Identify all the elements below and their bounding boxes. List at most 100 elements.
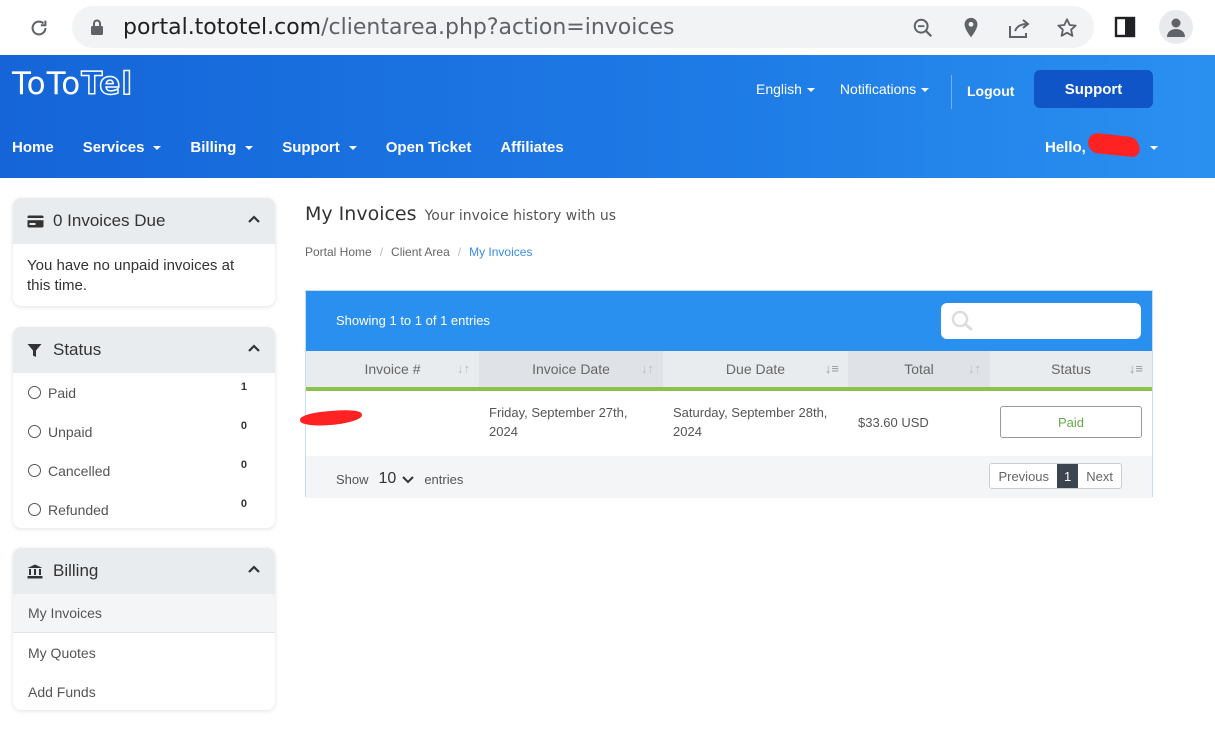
nav-billing[interactable]: Billing (190, 139, 254, 156)
sort-icon: ↓↑ (457, 361, 470, 376)
page-length-select[interactable]: 10 (379, 470, 397, 488)
entries-info: Showing 1 to 1 of 1 entries (336, 313, 490, 328)
location-pin-icon[interactable] (958, 15, 984, 41)
search-icon (950, 309, 976, 338)
chevron-up-icon[interactable] (247, 340, 261, 360)
chevron-up-icon[interactable] (247, 561, 261, 581)
breadcrumb-current: My Invoices (469, 245, 533, 259)
url-path: /clientarea.php?action=invoices (321, 15, 675, 40)
sort-icon: ↓↑ (968, 361, 981, 376)
bank-icon (27, 564, 45, 579)
status-count: 1 (240, 381, 247, 393)
status-filter-refunded[interactable]: Refunded 0 (13, 490, 275, 528)
breadcrumb-portal-home[interactable]: Portal Home (305, 245, 372, 259)
radio-icon[interactable] (28, 503, 41, 516)
caret-down-icon (245, 145, 254, 150)
profile-avatar-icon[interactable] (1159, 10, 1193, 44)
breadcrumb: Portal Home / Client Area / My Invoices (305, 245, 532, 259)
next-page-button[interactable]: Next (1078, 464, 1121, 488)
invoices-due-title: 0 Invoices Due (53, 211, 166, 230)
radio-icon[interactable] (28, 464, 41, 477)
column-total[interactable]: Total ↓↑ (848, 351, 990, 391)
nav-services-label: Services (82, 139, 145, 156)
page-1-button[interactable]: 1 (1057, 464, 1079, 488)
billing-header[interactable]: Billing (13, 548, 275, 594)
column-due-date[interactable]: Due Date ↓≡ (663, 351, 848, 391)
nav-open-ticket-label: Open Ticket (385, 139, 472, 156)
nav-home[interactable]: Home (12, 139, 54, 156)
language-label: English (756, 81, 802, 97)
status-count: 0 (240, 459, 247, 471)
status-label: Unpaid (48, 423, 93, 440)
status-label: Cancelled (48, 462, 111, 479)
column-invoice-number[interactable]: Invoice # ↓↑ (306, 351, 479, 391)
billing-add-funds[interactable]: Add Funds (13, 672, 275, 710)
table-footer: Show 10 entries Previous 1 Next (306, 456, 1152, 498)
support-button[interactable]: Support (1034, 70, 1153, 108)
side-panel-icon[interactable] (1114, 16, 1136, 43)
invoices-due-message: You have no unpaid invoices at this time… (27, 257, 235, 294)
address-bar[interactable]: portal.tototel.com/clientarea.php?action… (72, 6, 1094, 48)
zoom-out-icon[interactable] (910, 15, 936, 41)
page-length-control: Show 10 entries (336, 470, 463, 488)
radio-icon[interactable] (28, 425, 41, 438)
notifications-label: Notifications (839, 81, 917, 97)
status-badge[interactable]: Paid (1000, 406, 1142, 438)
chevron-up-icon[interactable] (247, 211, 261, 231)
status-filter-paid[interactable]: Paid 1 (13, 373, 275, 412)
notifications-menu[interactable]: Notifications (839, 81, 930, 97)
nav-support[interactable]: Support (282, 139, 357, 156)
bookmark-star-icon[interactable] (1054, 15, 1080, 41)
invoices-due-header[interactable]: 0 Invoices Due (13, 198, 275, 244)
billing-my-invoices[interactable]: My Invoices (13, 594, 275, 633)
column-label: Invoice Date (532, 361, 610, 377)
logo-text: ToTo (12, 66, 82, 102)
filter-icon (27, 343, 45, 358)
breadcrumb-separator: / (379, 245, 384, 259)
nav-services[interactable]: Services (83, 139, 162, 156)
table-row[interactable]: Friday, September 27th, 2024 Saturday, S… (299, 391, 1152, 456)
url-text: portal.tototel.com/clientarea.php?action… (123, 15, 674, 40)
language-menu[interactable]: English (756, 81, 815, 97)
share-icon[interactable] (1006, 15, 1032, 41)
nav-open-ticket[interactable]: Open Ticket (386, 139, 472, 156)
billing-my-quotes[interactable]: My Quotes (13, 633, 275, 672)
sort-ascending-icon: ↓≡ (824, 361, 839, 376)
radio-icon[interactable] (28, 386, 41, 399)
column-label: Total (904, 361, 934, 377)
page-title-text: My Invoices (305, 203, 417, 225)
sort-descending-icon: ↓≡ (1128, 361, 1143, 376)
user-menu[interactable]: Hello, (1045, 139, 1086, 156)
nav-affiliates[interactable]: Affiliates (500, 139, 563, 156)
chevron-down-icon[interactable] (402, 472, 415, 487)
site-logo[interactable]: ToToTel (12, 65, 133, 103)
column-invoice-date[interactable]: Invoice Date ↓↑ (479, 351, 663, 391)
nav-home-label: Home (12, 139, 54, 156)
logo-accent-text: Tel (81, 65, 133, 103)
column-status[interactable]: Status ↓≡ (990, 351, 1152, 391)
column-label: Due Date (725, 361, 786, 377)
reload-icon[interactable] (26, 15, 52, 41)
billing-panel: Billing My Invoices My Quotes Add Funds (13, 548, 275, 710)
logout-link[interactable]: Logout (967, 83, 1014, 99)
status-panel: Status Paid 1 Unpaid 0 Cancelled 0 Refunded… (13, 327, 275, 528)
nav-billing-label: Billing (190, 139, 237, 156)
status-count: 0 (240, 420, 247, 432)
pagination: Previous 1 Next (989, 463, 1122, 489)
cell-due-date: Saturday, September 28th, 2024 (673, 405, 828, 439)
breadcrumb-client-area[interactable]: Client Area (391, 245, 450, 259)
invoices-table: Showing 1 to 1 of 1 entries Invoice # ↓↑ … (299, 290, 1153, 498)
page-title: My Invoices Your invoice history with us (305, 203, 616, 225)
previous-page-button[interactable]: Previous (990, 464, 1057, 488)
status-header[interactable]: Status (13, 327, 275, 373)
redacted-username (1087, 132, 1141, 158)
nav-affiliates-label: Affiliates (500, 139, 564, 156)
status-filter-unpaid[interactable]: Unpaid 0 (13, 412, 275, 451)
invoices-due-panel: 0 Invoices Due You have no unpaid invoic… (13, 198, 275, 306)
url-host: portal.tototel.com (123, 15, 322, 40)
caret-down-icon[interactable] (1150, 146, 1158, 150)
cell-invoice-date: Friday, September 27th, 2024 (489, 405, 628, 439)
nav-support-label: Support (282, 139, 340, 156)
status-filter-cancelled[interactable]: Cancelled 0 (13, 451, 275, 490)
table-search-input[interactable] (941, 303, 1141, 339)
